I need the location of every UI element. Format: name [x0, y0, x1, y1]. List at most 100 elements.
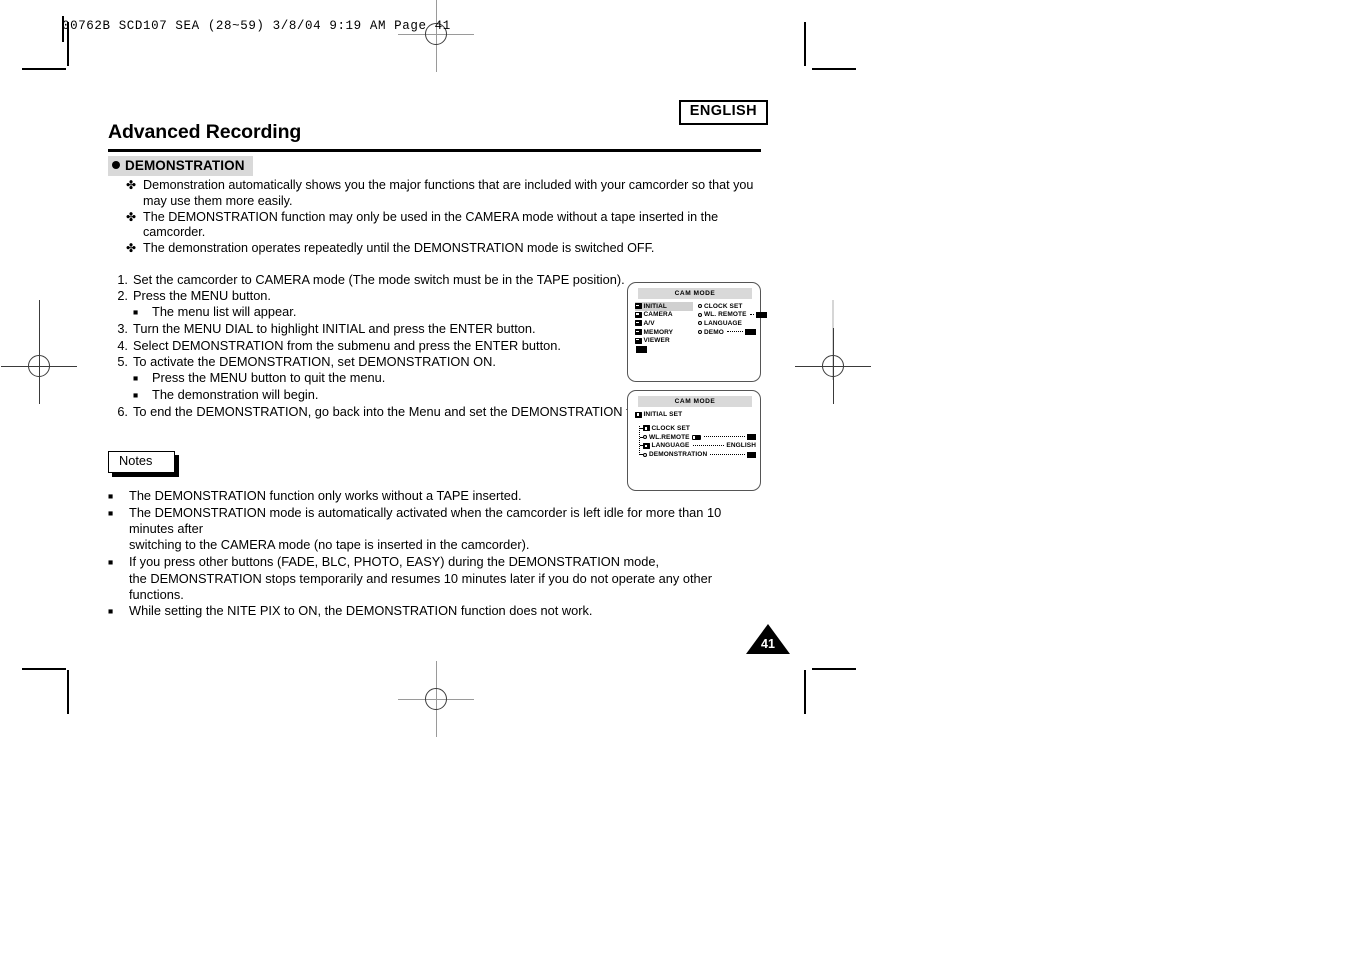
lcd1-menu-item-label: INITIAL — [643, 302, 667, 310]
folder-icon — [635, 337, 642, 344]
step-number: 6. — [117, 404, 128, 420]
lcd1-menu-item: A/V — [635, 319, 693, 328]
tree-connector — [639, 426, 641, 455]
square-bullet-icon: ■ — [108, 606, 114, 617]
lcd1-submenu-label: LANGUAGE — [704, 319, 742, 327]
folder-icon — [635, 303, 642, 310]
folder-icon — [643, 442, 650, 449]
bullet-ring-icon — [698, 330, 702, 335]
folder-icon — [643, 425, 650, 432]
note-item: ■ If you press other buttons (FADE, BLC, … — [108, 554, 768, 571]
step-number: 4. — [117, 337, 128, 353]
lcd1-submenu-item: LANGUAGE — [698, 319, 756, 328]
folder-icon — [635, 411, 642, 418]
folder-icon — [635, 320, 642, 327]
intro-bullet-item: ✤ The DEMONSTRATION function may only be … — [126, 210, 771, 242]
dot-leader — [749, 313, 754, 315]
bullet-dot-icon — [112, 161, 120, 169]
value-block-icon — [747, 451, 756, 458]
remote-control-icon — [691, 434, 701, 440]
intro-bullet-text: Demonstration automatically shows you th… — [143, 178, 754, 208]
note-text: While setting the NITE PIX to ON, the DE… — [129, 603, 593, 619]
lcd1-menu-item: VIEWER — [635, 336, 693, 345]
lcd2-menu-item-label: CLOCK SET — [651, 424, 690, 432]
step-number: 1. — [117, 272, 128, 287]
lcd1-title: CAM MODE — [638, 288, 752, 299]
lcd2-menu-item: DEMONSTRATION — [640, 450, 756, 459]
bullet-ring-icon — [643, 435, 647, 440]
cursor-block-icon — [636, 345, 647, 353]
notes-list: ■ The DEMONSTRATION function only works w… — [108, 488, 768, 620]
folder-icon — [635, 329, 642, 336]
lcd2-item-list: CLOCK SET WL.REMOTE LANGUAGE ENGLISH DEMONST… — [639, 424, 756, 459]
lcd1-menu-item-label: VIEWER — [643, 337, 670, 345]
lcd2-title: CAM MODE — [638, 396, 752, 407]
crop-mark-top-left-h — [22, 68, 66, 70]
crop-mark-top-right-v — [804, 22, 806, 66]
lcd2-header-label: INITIAL SET — [643, 411, 683, 418]
club-bullet-icon: ✤ — [126, 178, 137, 192]
lcd2-menu-item: LANGUAGE ENGLISH — [640, 442, 756, 451]
lcd1-left-column: INITIAL CAMERA A/V MEMORY VIEWER — [635, 302, 693, 353]
value-block-icon — [755, 311, 767, 319]
intro-bullet-text: The demonstration operates repeatedly un… — [143, 241, 655, 256]
crop-mark-bottom-left-v — [67, 670, 69, 714]
document-page: 00762B SCD107 SEA (28~59) 3/8/04 9:19 AM… — [0, 0, 1351, 954]
bullet-ring-icon — [698, 312, 702, 317]
intro-bullet-item: ✤ Demonstration automatically shows you t… — [126, 178, 771, 210]
square-bullet-icon: ■ — [108, 490, 114, 501]
section-header: DEMONSTRATION — [108, 156, 253, 176]
bullet-ring-icon — [643, 452, 647, 457]
crop-mark-bottom-left-h — [22, 668, 66, 670]
lcd2-menu-item-label: LANGUAGE — [651, 442, 690, 450]
crop-mark-top-right-h — [812, 68, 856, 70]
lcd1-menu-item: CAMERA — [635, 311, 693, 320]
lcd2-body: INITIAL SET CLOCK SET WL.REMOTE LANGUAGE EN… — [634, 410, 756, 459]
lcd1-submenu-item: WL. REMOTE — [698, 311, 767, 320]
lcd1-menu-item-label: CAMERA — [643, 311, 673, 319]
value-block-icon — [747, 434, 756, 441]
square-bullet-icon: ■ — [108, 556, 114, 567]
square-bullet-icon: ■ — [133, 373, 139, 384]
notes-box-label: Notes — [108, 451, 176, 473]
dot-leader — [710, 453, 745, 455]
dot-leader — [726, 330, 743, 333]
lcd1-right-column: CLOCK SET WL. REMOTE LANGUAGE DEMO — [698, 302, 767, 336]
step-number: 3. — [117, 321, 128, 337]
club-bullet-icon: ✤ — [126, 209, 137, 224]
language-badge: ENGLISH — [678, 100, 768, 125]
lcd1-submenu-label: CLOCK SET — [704, 302, 743, 310]
crop-mark-bottom-right-v — [804, 670, 806, 714]
section-header-label: DEMONSTRATION — [125, 158, 245, 173]
square-bullet-icon: ■ — [133, 390, 139, 401]
lcd-screen-initial-set-submenu: CAM MODE INITIAL SET CLOCK SET WL.REMOTE L… — [627, 390, 761, 491]
title-rule — [108, 149, 761, 152]
club-bullet-icon: ✤ — [126, 241, 137, 256]
lcd2-menu-item-label: WL.REMOTE — [649, 433, 690, 441]
lcd1-submenu-label: WL. REMOTE — [704, 311, 747, 319]
page-number-label: 41 — [761, 637, 775, 651]
bullet-ring-icon — [698, 321, 702, 326]
lcd2-menu-item-label: DEMONSTRATION — [649, 451, 708, 459]
step-number: 2. — [117, 288, 128, 304]
note-text-continuation: switching to the CAMERA mode (no tape is… — [129, 537, 530, 553]
lcd1-submenu-item: CLOCK SET — [698, 302, 756, 311]
intro-bullet-text: The DEMONSTRATION function may only be u… — [143, 209, 719, 240]
lcd1-menu-item-label: A/V — [643, 319, 655, 327]
crop-mark-bottom-right-h — [812, 668, 856, 670]
intro-bullet-item: ✤ The demonstration operates repeatedly u… — [126, 241, 771, 257]
note-text-continuation: the DEMONSTRATION stops temporarily and … — [129, 570, 712, 602]
lcd-screen-cam-mode-main: CAM MODE INITIAL CAMERA A/V MEMORY VIEWER CL… — [627, 282, 767, 382]
note-item: ■ While setting the NITE PIX to ON, the D… — [108, 603, 768, 620]
lcd1-menu-item: INITIAL — [635, 302, 693, 311]
slug-line: 00762B SCD107 SEA (28~59) 3/8/04 9:19 AM… — [62, 19, 451, 33]
square-bullet-icon: ■ — [133, 307, 139, 318]
page-title: Advanced Recording — [108, 121, 302, 143]
step-number: 5. — [117, 353, 128, 369]
lcd2-menu-item-value: ENGLISH — [726, 442, 756, 450]
lcd1-submenu-label: DEMO — [704, 328, 724, 336]
folder-icon — [635, 311, 642, 318]
note-item: ■ The DEMONSTRATION mode is automatically… — [108, 505, 768, 538]
square-bullet-icon: ■ — [108, 507, 114, 518]
lcd1-menu-item: MEMORY — [635, 328, 693, 337]
